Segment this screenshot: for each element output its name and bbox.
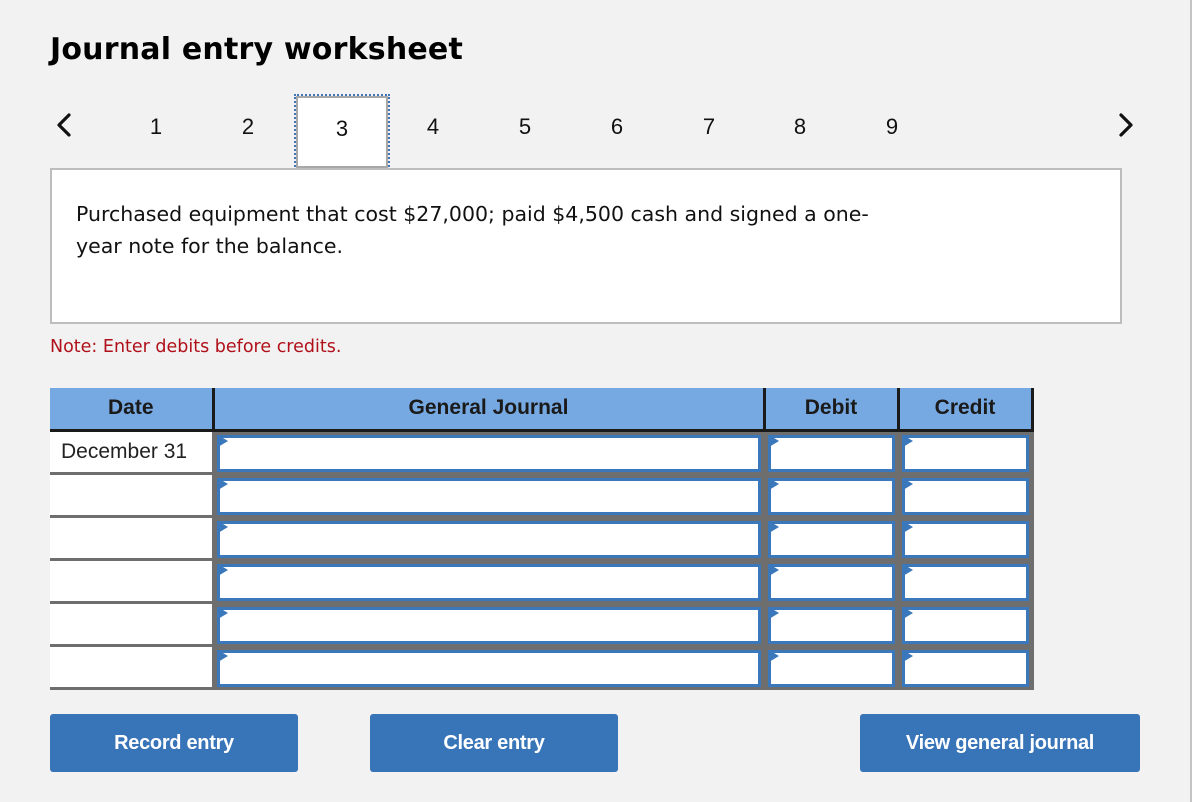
account-input[interactable] — [216, 434, 761, 472]
chevron-right-icon — [1119, 113, 1133, 137]
credit-input[interactable] — [901, 434, 1029, 472]
debit-input[interactable] — [767, 477, 895, 515]
header-credit: Credit — [898, 388, 1034, 432]
date-cell — [50, 473, 215, 518]
page-tab-7[interactable]: 7 — [663, 96, 755, 170]
header-date: Date — [50, 388, 215, 432]
debit-cell — [764, 602, 900, 647]
debit-cell — [764, 430, 900, 475]
clear-entry-button[interactable]: Clear entry — [370, 714, 618, 772]
page-tab-4[interactable]: 4 — [387, 96, 479, 170]
account-cell — [213, 645, 766, 690]
description-line-1: Purchased equipment that cost $27,000; p… — [76, 202, 869, 226]
date-cell — [50, 516, 215, 561]
entry-note: Note: Enter debits before credits. — [50, 337, 342, 357]
description-line-2: year note for the balance. — [76, 234, 344, 258]
table-row — [50, 473, 1034, 518]
page-tab-9[interactable]: 9 — [846, 96, 938, 170]
credit-cell — [898, 645, 1034, 690]
debit-input[interactable] — [767, 520, 895, 558]
date-cell — [50, 645, 215, 690]
view-general-journal-button[interactable]: View general journal — [860, 714, 1140, 772]
chevron-left-icon — [57, 113, 71, 137]
record-entry-button[interactable]: Record entry — [50, 714, 298, 772]
credit-input[interactable] — [901, 649, 1029, 687]
credit-input[interactable] — [901, 520, 1029, 558]
debit-cell — [764, 559, 900, 604]
credit-input[interactable] — [901, 477, 1029, 515]
account-cell — [213, 516, 766, 561]
account-cell — [213, 602, 766, 647]
debit-cell — [764, 516, 900, 561]
debit-input[interactable] — [767, 606, 895, 644]
table-row — [50, 559, 1034, 604]
date-cell: December 31 — [50, 430, 215, 475]
page-tab-3-active[interactable]: 3 — [294, 94, 390, 170]
account-input[interactable] — [216, 606, 761, 644]
table-row — [50, 645, 1034, 690]
date-cell — [50, 559, 215, 604]
table-row — [50, 516, 1034, 561]
account-input[interactable] — [216, 563, 761, 601]
account-cell — [213, 473, 766, 518]
table-row — [50, 602, 1034, 647]
debit-input[interactable] — [767, 649, 895, 687]
debit-input[interactable] — [767, 434, 895, 472]
page-tab-1[interactable]: 1 — [110, 96, 202, 170]
credit-cell — [898, 473, 1034, 518]
page-tab-8[interactable]: 8 — [754, 96, 846, 170]
page-tab-6[interactable]: 6 — [571, 96, 663, 170]
question-pager: 1 2 3 4 5 6 7 8 9 — [50, 94, 1140, 170]
page-tab-2[interactable]: 2 — [202, 96, 294, 170]
date-cell — [50, 602, 215, 647]
credit-cell — [898, 516, 1034, 561]
debit-cell — [764, 645, 900, 690]
account-input[interactable] — [216, 520, 761, 558]
debit-cell — [764, 473, 900, 518]
credit-cell — [898, 559, 1034, 604]
page-title: Journal entry worksheet — [50, 32, 464, 67]
table-row: December 31 — [50, 430, 1034, 475]
header-general-journal: General Journal — [213, 388, 766, 432]
credit-input[interactable] — [901, 606, 1029, 644]
next-page-button[interactable] — [1114, 110, 1138, 140]
prev-page-button[interactable] — [52, 110, 76, 140]
table-header-row: Date General Journal Debit Credit — [50, 388, 1034, 432]
transaction-description-box: Purchased equipment that cost $27,000; p… — [50, 168, 1122, 324]
credit-input[interactable] — [901, 563, 1029, 601]
account-input[interactable] — [216, 649, 761, 687]
credit-cell — [898, 602, 1034, 647]
account-cell — [213, 430, 766, 475]
account-input[interactable] — [216, 477, 761, 515]
header-debit: Debit — [764, 388, 900, 432]
credit-cell — [898, 430, 1034, 475]
account-cell — [213, 559, 766, 604]
page-tab-5[interactable]: 5 — [479, 96, 571, 170]
debit-input[interactable] — [767, 563, 895, 601]
journal-entry-table: Date General Journal Debit Credit Decemb… — [50, 388, 1034, 690]
